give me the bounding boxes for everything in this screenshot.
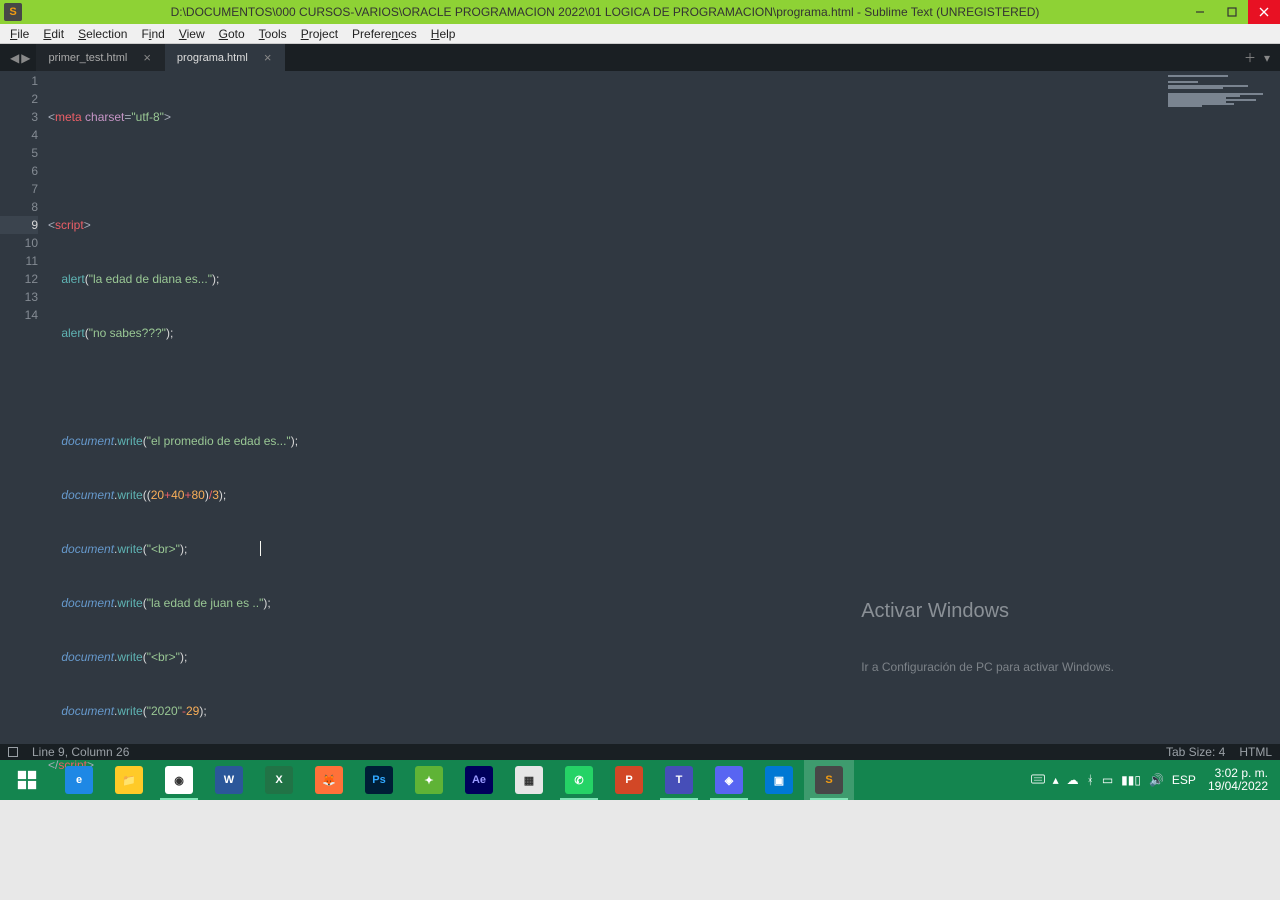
- menu-help[interactable]: Help: [425, 25, 462, 43]
- windows-activation-watermark: Activar Windows Ir a Configuración de PC…: [861, 566, 1114, 712]
- minimap[interactable]: [1160, 71, 1280, 744]
- tab-close-icon[interactable]: ×: [141, 50, 153, 65]
- taskbar-teams[interactable]: T: [654, 760, 704, 800]
- tab-label: programa.html: [177, 52, 248, 64]
- taskbar-firefox[interactable]: 🦊: [304, 760, 354, 800]
- taskbar-calculator[interactable]: ▦: [504, 760, 554, 800]
- window-close-button[interactable]: [1248, 0, 1280, 24]
- taskbar-word[interactable]: W: [204, 760, 254, 800]
- line-number-gutter: 123 456 789 101112 1314: [0, 71, 48, 744]
- window-maximize-button[interactable]: [1216, 0, 1248, 24]
- taskbar-excel[interactable]: X: [254, 760, 304, 800]
- taskbar-powerpoint[interactable]: P: [604, 760, 654, 800]
- taskbar-aftereffects[interactable]: Ae: [454, 760, 504, 800]
- status-tab-size[interactable]: Tab Size: 4: [1166, 745, 1225, 759]
- menu-goto[interactable]: Goto: [213, 25, 251, 43]
- tab-programa[interactable]: programa.html ×: [165, 44, 286, 71]
- panel-switch-icon[interactable]: [8, 747, 18, 757]
- window-titlebar: S D:\DOCUMENTOS\000 CURSOS-VARIOS\ORACLE…: [0, 0, 1280, 24]
- tray-clock[interactable]: 3:02 p. m. 19/04/2022: [1204, 767, 1272, 793]
- new-tab-icon[interactable]: ＋: [1244, 49, 1256, 66]
- window-minimize-button[interactable]: [1184, 0, 1216, 24]
- taskbar-photoshop[interactable]: Ps: [354, 760, 404, 800]
- menu-selection[interactable]: Selection: [72, 25, 133, 43]
- taskbar-explorer[interactable]: 📁: [104, 760, 154, 800]
- taskbar-coreldraw[interactable]: ✦: [404, 760, 454, 800]
- menu-bar: File Edit Selection Find View Goto Tools…: [0, 24, 1280, 44]
- nav-back-icon[interactable]: ◀: [10, 51, 19, 65]
- tab-close-icon[interactable]: ×: [262, 50, 274, 65]
- status-syntax[interactable]: HTML: [1239, 745, 1272, 759]
- taskbar-ie[interactable]: e: [54, 760, 104, 800]
- menu-find[interactable]: Find: [135, 25, 170, 43]
- menu-edit[interactable]: Edit: [37, 25, 70, 43]
- taskbar-chrome[interactable]: ◉: [154, 760, 204, 800]
- tab-dropdown-icon[interactable]: ▾: [1264, 51, 1270, 65]
- taskbar-app[interactable]: ▣: [754, 760, 804, 800]
- window-title: D:\DOCUMENTOS\000 CURSOS-VARIOS\ORACLE P…: [26, 5, 1184, 19]
- taskbar-sublime[interactable]: S: [804, 760, 854, 800]
- menu-tools[interactable]: Tools: [253, 25, 293, 43]
- taskbar-discord[interactable]: ◈: [704, 760, 754, 800]
- start-button[interactable]: [0, 760, 54, 800]
- code-editor[interactable]: 123 456 789 101112 1314 <meta charset="u…: [0, 71, 1280, 744]
- menu-preferences[interactable]: Preferences: [346, 25, 423, 43]
- tab-label: primer_test.html: [48, 52, 127, 64]
- tab-primer-test[interactable]: primer_test.html ×: [36, 44, 164, 71]
- nav-forward-icon[interactable]: ▶: [21, 51, 30, 65]
- app-icon: S: [4, 3, 22, 21]
- menu-file[interactable]: File: [4, 25, 35, 43]
- taskbar-whatsapp[interactable]: ✆: [554, 760, 604, 800]
- tray-language[interactable]: ESP: [1172, 773, 1196, 787]
- menu-project[interactable]: Project: [295, 25, 344, 43]
- tab-strip: ◀ ▶ primer_test.html × programa.html × ＋…: [0, 44, 1280, 71]
- code-area[interactable]: <meta charset="utf-8"> <script> alert("l…: [48, 71, 1160, 744]
- menu-view[interactable]: View: [173, 25, 211, 43]
